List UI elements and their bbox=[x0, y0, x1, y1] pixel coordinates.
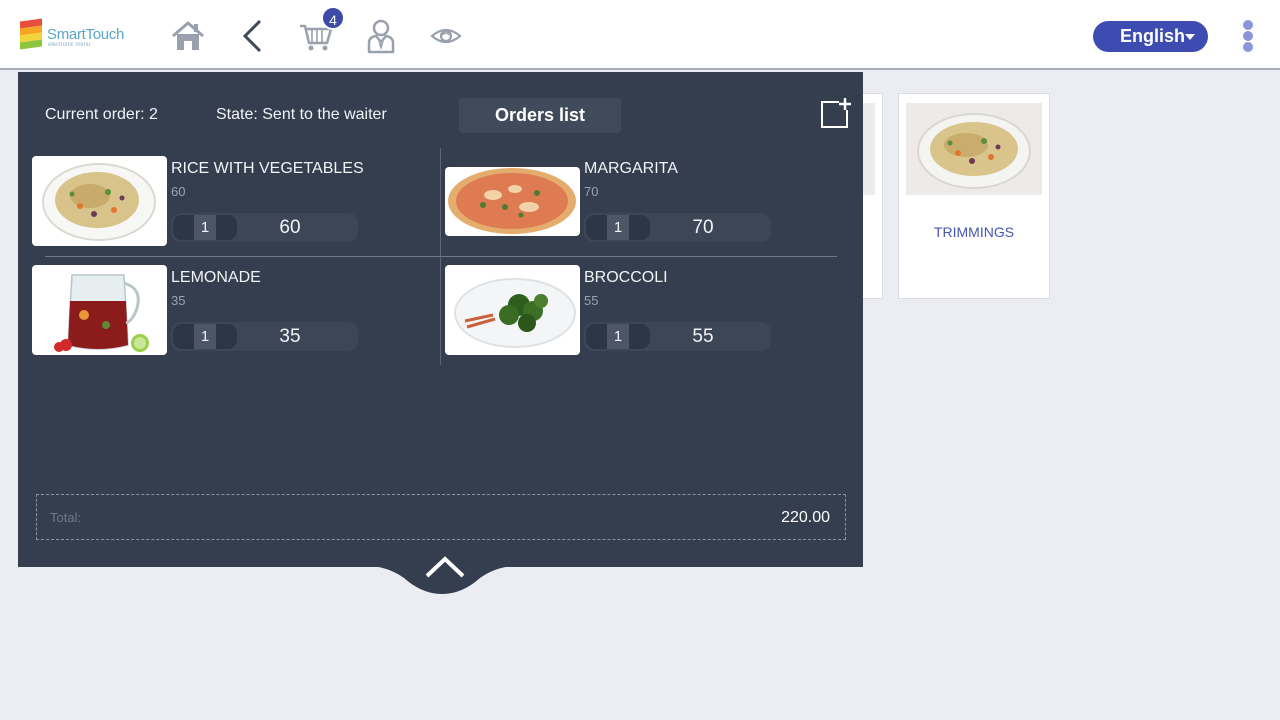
rice-with-vegetables-image bbox=[32, 156, 167, 246]
quantity-stepper: 1 70 bbox=[584, 213, 771, 242]
cart-count-badge: 4 bbox=[321, 6, 345, 30]
orders-list-button[interactable]: Orders list bbox=[459, 98, 621, 133]
total-label: Total: bbox=[50, 510, 82, 525]
category-card-trimmings[interactable]: TRIMMINGS bbox=[898, 93, 1050, 299]
more-vert-icon[interactable] bbox=[1240, 18, 1256, 54]
decrease-button[interactable] bbox=[173, 215, 194, 240]
logo-mark-icon bbox=[20, 18, 42, 50]
quantity-value: 1 bbox=[194, 324, 216, 349]
decrease-button[interactable] bbox=[586, 324, 607, 349]
current-order-number: Current order: 2 bbox=[45, 106, 158, 123]
item-sum: 60 bbox=[279, 217, 301, 238]
quantity-value: 1 bbox=[194, 215, 216, 240]
chevron-up-icon[interactable] bbox=[425, 556, 465, 578]
category-image bbox=[863, 103, 875, 195]
broccoli-image bbox=[445, 265, 580, 355]
quantity-stepper: 1 55 bbox=[584, 322, 771, 351]
item-price: 55 bbox=[584, 293, 599, 308]
quantity-value: 1 bbox=[607, 324, 629, 349]
item-sum: 70 bbox=[692, 217, 714, 238]
increase-button[interactable] bbox=[216, 324, 237, 349]
quantity-stepper: 1 35 bbox=[171, 322, 358, 351]
order-item: MARGARITA 70 1 70 bbox=[445, 156, 845, 248]
increase-button[interactable] bbox=[629, 324, 650, 349]
row-divider bbox=[45, 256, 837, 257]
order-item: LEMONADE 35 1 35 bbox=[32, 265, 432, 357]
decrease-button[interactable] bbox=[586, 215, 607, 240]
language-select[interactable]: English bbox=[1093, 21, 1208, 52]
order-total: Total: 220.00 bbox=[36, 494, 846, 540]
decrease-button[interactable] bbox=[173, 324, 194, 349]
current-order-panel: Current order: 2 State: Sent to the wait… bbox=[18, 72, 863, 567]
category-card-partial[interactable] bbox=[862, 93, 883, 299]
new-order-icon[interactable] bbox=[819, 96, 851, 128]
item-name: BROCCOLI bbox=[584, 269, 668, 286]
item-name: LEMONADE bbox=[171, 269, 261, 286]
quantity-stepper: 1 60 bbox=[171, 213, 358, 242]
increase-button[interactable] bbox=[216, 215, 237, 240]
increase-button[interactable] bbox=[629, 215, 650, 240]
waiter-icon[interactable] bbox=[363, 18, 399, 54]
language-label: English bbox=[1120, 26, 1186, 46]
logo-subtitle: electronic menu bbox=[48, 42, 91, 48]
item-price: 35 bbox=[171, 293, 186, 308]
lemonade-image bbox=[32, 265, 167, 355]
category-label: TRIMMINGS bbox=[933, 224, 1015, 240]
logo-name: SmartTouch bbox=[47, 26, 125, 43]
item-name: MARGARITA bbox=[584, 160, 678, 177]
margarita-image bbox=[445, 167, 580, 236]
item-price: 70 bbox=[584, 184, 599, 199]
order-item: BROCCOLI 55 1 55 bbox=[445, 265, 845, 357]
eye-icon[interactable] bbox=[428, 18, 464, 54]
order-item: RICE WITH VEGETABLES 60 1 60 bbox=[32, 156, 432, 248]
item-price: 60 bbox=[171, 184, 186, 199]
back-icon[interactable] bbox=[235, 18, 271, 54]
item-sum: 35 bbox=[279, 326, 301, 347]
item-name: RICE WITH VEGETABLES bbox=[171, 160, 364, 177]
total-value: 220.00 bbox=[781, 509, 830, 526]
home-icon[interactable] bbox=[170, 18, 206, 54]
chevron-down-icon bbox=[1185, 34, 1195, 40]
order-state: State: Sent to the waiter bbox=[216, 106, 387, 123]
smarttouch-logo[interactable]: SmartTouch electronic menu bbox=[20, 18, 130, 52]
trimmings-image bbox=[906, 103, 1042, 195]
top-bar: SmartTouch electronic menu 4 English bbox=[0, 0, 1280, 70]
quantity-value: 1 bbox=[607, 215, 629, 240]
item-sum: 55 bbox=[692, 326, 714, 347]
